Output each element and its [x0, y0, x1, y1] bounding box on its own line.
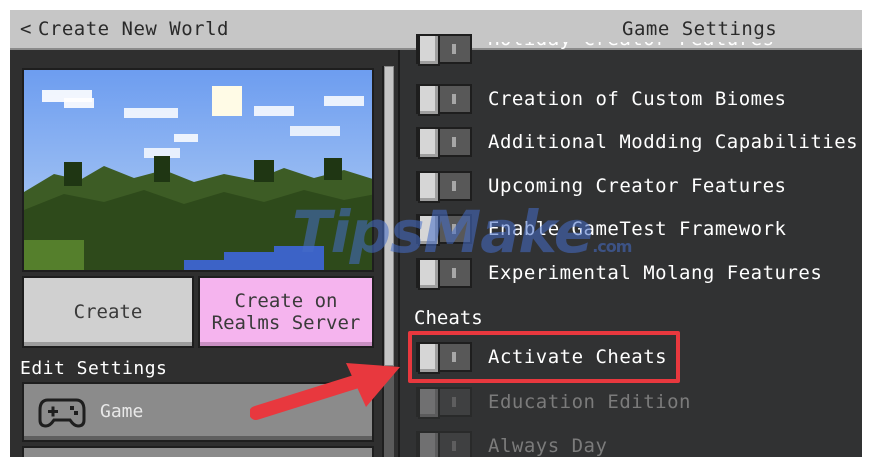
toggle-off-bar — [452, 181, 456, 191]
toggle-label-holiday: Holiday Creator Features — [488, 42, 775, 56]
back-button[interactable]: < Create New World — [20, 10, 229, 48]
toggle-knob — [418, 214, 440, 246]
toggle-off-bar — [452, 224, 456, 234]
toggle-label: Always Day — [488, 435, 608, 457]
toggle-off-bar — [452, 268, 456, 278]
back-label: Create New World — [37, 18, 229, 40]
game-label: Game — [100, 401, 144, 422]
toggle-custom-biomes[interactable] — [416, 84, 472, 116]
toggle-holiday-creator-features[interactable] — [416, 34, 472, 66]
highlight-box — [408, 331, 680, 383]
pointer-arrow — [250, 363, 400, 420]
toggle-label: Additional Modding Capabilities — [488, 131, 859, 153]
toggle-knob — [418, 34, 440, 66]
left-scrollbar-thumb[interactable] — [384, 66, 394, 366]
create-on-realms-button[interactable]: Create on Realms Server — [198, 276, 374, 348]
toggle-off-bar — [452, 137, 456, 147]
toggle-label: Education Edition — [488, 391, 691, 413]
toggle-off-bar — [452, 94, 456, 104]
cheats-heading: Cheats — [414, 307, 483, 329]
toggle-molang-features[interactable] — [416, 258, 472, 290]
toggle-knob — [418, 127, 440, 159]
toggle-off-bar — [452, 397, 456, 407]
screenshot-frame: < Create New World Game Settings Create … — [0, 0, 870, 457]
next-settings-button[interactable] — [22, 446, 374, 457]
toggle-education-edition[interactable] — [416, 387, 472, 419]
world-preview-image — [22, 68, 374, 272]
toggle-label: Experimental Molang Features — [488, 262, 823, 284]
toggle-knob — [418, 171, 440, 203]
create-button[interactable]: Create — [22, 276, 194, 348]
toggle-modding-capabilities[interactable] — [416, 127, 472, 159]
edit-settings-heading: Edit Settings — [20, 358, 168, 379]
toggle-label: Creation of Custom Biomes — [488, 88, 787, 110]
toggle-off-bar — [452, 441, 456, 451]
toggle-label: Upcoming Creator Features — [488, 175, 787, 197]
toggle-label: Enable GameTest Framework — [488, 218, 787, 240]
toggle-gametest-framework[interactable] — [416, 214, 472, 246]
game-settings-panel: Holiday Creator Features Creation of Cus… — [400, 34, 862, 457]
toggle-knob — [418, 431, 440, 457]
toggle-always-day[interactable] — [416, 431, 472, 457]
toggle-knob — [418, 258, 440, 290]
controller-icon — [38, 398, 86, 428]
toggle-knob — [418, 84, 440, 116]
chevron-left-icon: < — [20, 18, 32, 40]
toggle-off-bar — [452, 44, 456, 54]
toggle-knob — [418, 387, 440, 419]
toggle-upcoming-creator-features[interactable] — [416, 171, 472, 203]
holiday-label-text: Holiday Creator Features — [488, 42, 775, 50]
